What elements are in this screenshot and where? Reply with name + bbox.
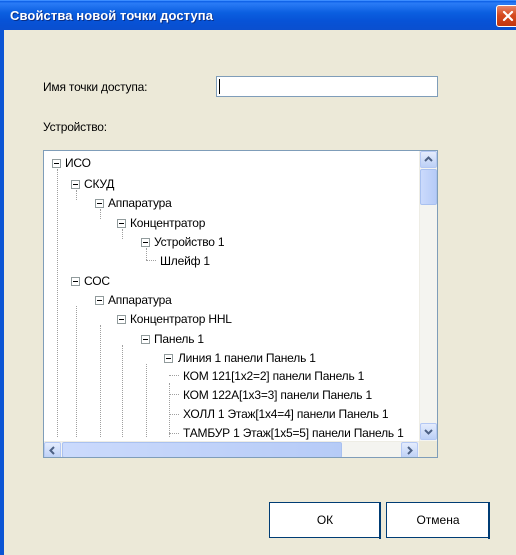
cancel-button[interactable]: Отмена	[386, 502, 490, 539]
tree-guide-line	[100, 209, 101, 219]
button-edge	[379, 503, 381, 539]
tree-guide-line	[146, 248, 147, 260]
scroll-left-arrow-icon	[49, 446, 55, 455]
scroll-left-button[interactable]	[44, 442, 61, 457]
tree-expander[interactable]	[71, 180, 80, 189]
tree-node[interactable]: Панель 1	[154, 331, 204, 347]
tree-guide-line	[169, 375, 179, 376]
tree-expander[interactable]	[117, 315, 126, 324]
ok-button-label: ОК	[316, 513, 334, 527]
tree-guide-line	[100, 325, 101, 437]
tree-guide-line	[76, 190, 77, 200]
tree-guide-line	[169, 433, 179, 434]
scroll-right-arrow-icon	[407, 446, 413, 455]
tree-expander[interactable]	[71, 277, 80, 286]
horizontal-scroll-thumb[interactable]	[62, 442, 342, 457]
tree-node[interactable]: Аппаратура	[108, 292, 172, 308]
scroll-up-arrow-icon	[424, 156, 433, 162]
tree-expander[interactable]	[95, 296, 104, 305]
tree-node[interactable]: Шлейф 1	[160, 253, 210, 269]
tree-guide-line	[76, 306, 77, 437]
name-input[interactable]	[216, 76, 438, 97]
tree-node[interactable]: СКУД	[84, 176, 114, 192]
scroll-down-arrow-icon	[424, 429, 433, 435]
tree-node[interactable]: Концентратор HHL	[130, 311, 232, 327]
tree-node[interactable]: ХОЛЛ 1 Этаж[1x4=4] панели Панель 1	[183, 406, 389, 422]
cancel-button-label: Отмена	[416, 513, 460, 527]
tree-expander[interactable]	[141, 238, 150, 247]
tree-node[interactable]: Концентратор	[130, 215, 205, 231]
close-icon	[502, 10, 514, 22]
name-label: Имя точки доступа:	[43, 80, 148, 94]
tree-guide-line	[122, 345, 123, 437]
vertical-scrollbar[interactable]	[419, 151, 437, 441]
tree-guide-line	[146, 260, 156, 261]
tree-node[interactable]: СОС	[84, 273, 110, 289]
tree-node[interactable]: КОМ 121[1x2=2] панели Панель 1	[183, 368, 364, 384]
scroll-up-button[interactable]	[420, 151, 437, 168]
tree-node[interactable]: КОМ 122А[1x3=3] панели Панель 1	[183, 387, 372, 403]
dialog-window: Свойства новой точки доступа Имя точки д…	[0, 0, 516, 555]
tree-expander[interactable]	[117, 219, 126, 228]
title-bar[interactable]: Свойства новой точки доступа	[0, 0, 516, 30]
ok-button[interactable]: ОК	[269, 502, 381, 539]
tree-node[interactable]: Аппаратура	[108, 195, 172, 211]
tree-expander[interactable]	[164, 354, 173, 363]
device-label: Устройство:	[43, 120, 107, 134]
vertical-scroll-thumb[interactable]	[420, 169, 437, 205]
window-border	[0, 30, 4, 555]
tree-expander[interactable]	[141, 335, 150, 344]
tree-node[interactable]: ИСО	[65, 155, 91, 171]
tree-guide-line	[122, 229, 123, 239]
device-tree[interactable]: ИСО СКУД Аппаратура Концентратор Устройс…	[43, 150, 438, 458]
tree-node[interactable]: Линия 1 панели Панель 1	[178, 350, 316, 366]
tree-guide-line	[169, 383, 170, 437]
scroll-down-button[interactable]	[420, 423, 437, 440]
tree-node[interactable]: ТАМБУР 1 Этаж[1x5=5] панели Панель 1	[183, 425, 404, 441]
dialog-title: Свойства новой точки доступа	[10, 8, 214, 23]
tree-guide-line	[169, 414, 179, 415]
tree-node[interactable]: Устройство 1	[154, 234, 225, 250]
tree-expander[interactable]	[52, 159, 61, 168]
tree-guide-line	[169, 394, 179, 395]
tree-guide-line	[146, 364, 147, 437]
scroll-right-button[interactable]	[401, 442, 418, 457]
scrollbar-corner	[419, 441, 437, 457]
tree-expander[interactable]	[95, 199, 104, 208]
text-caret	[219, 79, 220, 94]
horizontal-scrollbar[interactable]	[44, 441, 419, 457]
tree-content: ИСО СКУД Аппаратура Концентратор Устройс…	[44, 151, 419, 441]
close-button[interactable]	[496, 5, 516, 27]
button-edge	[488, 503, 490, 539]
tree-guide-line	[57, 169, 58, 437]
